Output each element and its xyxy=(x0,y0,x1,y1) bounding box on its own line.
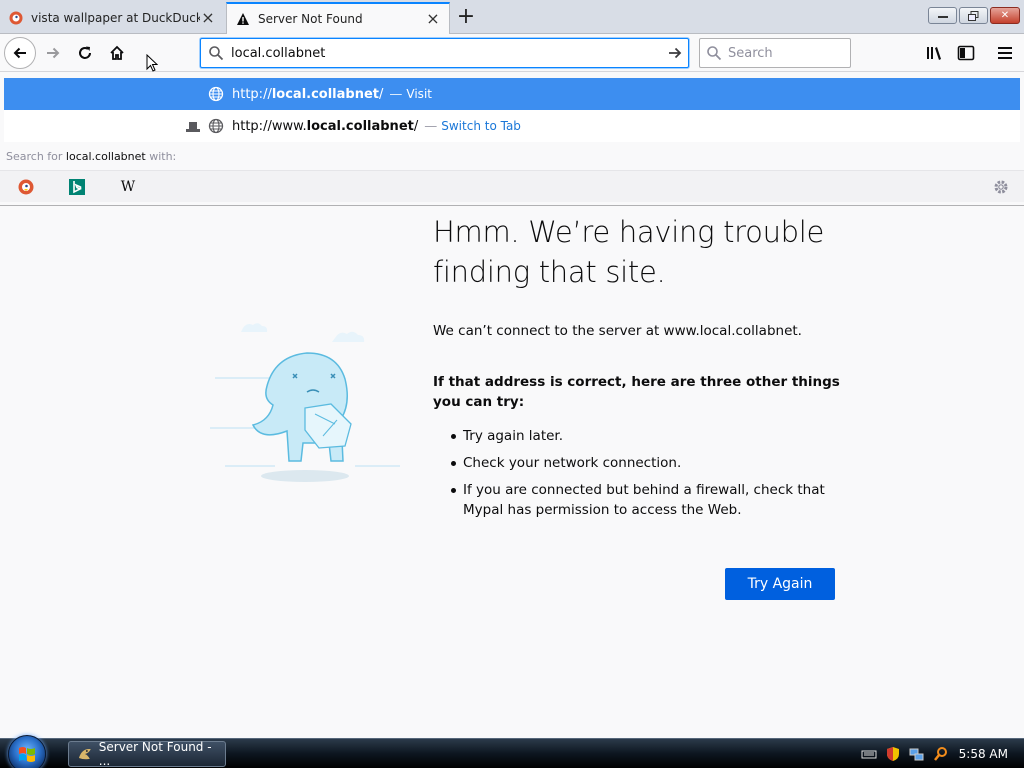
dinosaur-illustration xyxy=(210,323,400,482)
security-shield-icon[interactable] xyxy=(885,746,901,762)
tab-duckduckgo[interactable]: vista wallpaper at DuckDuckGo × xyxy=(0,2,224,34)
tab-title: vista wallpaper at DuckDuckGo xyxy=(31,11,200,25)
switch-tab-icon xyxy=(186,121,200,132)
taskbar-item-browser[interactable]: Server Not Found - ... xyxy=(68,740,226,768)
sidebar-button[interactable] xyxy=(951,38,981,68)
close-tab-icon[interactable]: × xyxy=(200,10,216,26)
url-bar[interactable]: local.collabnet xyxy=(200,38,689,68)
home-button[interactable] xyxy=(102,38,132,68)
warning-icon xyxy=(235,11,251,27)
tab-strip: vista wallpaper at DuckDuckGo × Server N… xyxy=(0,0,1024,34)
error-message: Hmm. We’re having trouble finding that s… xyxy=(433,212,843,527)
autocomplete-text: http://local.collabnet/— Visit xyxy=(232,86,432,102)
autocomplete-text: http://www.local.collabnet/— Switch to Ta… xyxy=(232,118,521,134)
forward-button[interactable] xyxy=(38,38,68,68)
autocomplete-row-switch-tab[interactable]: http://www.local.collabnet/— Switch to Ta… xyxy=(4,110,1020,142)
duckduckgo-icon[interactable] xyxy=(16,177,36,197)
minimize-button[interactable] xyxy=(928,7,957,24)
forward-arrow-icon xyxy=(47,47,60,59)
autocomplete-row-visit[interactable]: http://local.collabnet/— Visit xyxy=(4,78,1020,110)
reload-icon xyxy=(79,46,91,59)
close-window-button[interactable]: ✕ xyxy=(990,7,1020,24)
duckduckgo-icon xyxy=(8,10,24,26)
list-item: Check your network connection. xyxy=(451,453,843,473)
error-subtitle: If that address is correct, here are thr… xyxy=(433,374,840,410)
url-autocomplete-popup: http://local.collabnet/— Visit http://www… xyxy=(0,72,1024,206)
try-again-button[interactable]: Try Again xyxy=(725,568,835,600)
gear-icon[interactable] xyxy=(992,178,1010,196)
reload-button[interactable] xyxy=(70,38,100,68)
restore-button[interactable] xyxy=(959,7,988,24)
search-placeholder: Search xyxy=(728,45,773,61)
sidebar-icon xyxy=(957,45,975,61)
windows-logo-icon xyxy=(19,747,35,762)
error-page: Hmm. We’re having trouble finding that s… xyxy=(0,206,1024,738)
search-icon xyxy=(201,45,231,61)
globe-icon xyxy=(208,86,224,102)
wikipedia-icon[interactable]: W xyxy=(118,177,138,197)
go-arrow-icon[interactable] xyxy=(662,45,688,61)
library-icon xyxy=(927,47,941,60)
back-arrow-icon xyxy=(13,47,26,59)
close-tab-icon[interactable]: × xyxy=(425,11,441,27)
visit-action: Visit xyxy=(406,86,432,101)
taskbar: Server Not Found - ... 5:58 AM xyxy=(0,735,1024,768)
suggestion-list: Try again later. Check your network conn… xyxy=(451,426,843,520)
mypal-icon xyxy=(78,748,91,760)
url-input[interactable]: local.collabnet xyxy=(231,46,662,61)
search-icon xyxy=(700,45,728,61)
window-controls: ✕ xyxy=(928,7,1020,24)
switch-to-tab-action: Switch to Tab xyxy=(441,118,521,133)
clock: 5:58 AM xyxy=(958,747,1008,761)
keyboard-icon[interactable] xyxy=(861,746,877,762)
tab-title: Server Not Found xyxy=(258,12,363,26)
bing-icon[interactable] xyxy=(67,177,87,197)
search-engine-bar: W xyxy=(0,170,1024,202)
list-item: If you are connected but behind a firewa… xyxy=(451,480,843,520)
list-item: Try again later. xyxy=(451,426,843,446)
tab-server-not-found[interactable]: Server Not Found × xyxy=(226,2,450,34)
search-with-label: Search for local.collabnet with: xyxy=(6,150,177,163)
network-icon[interactable] xyxy=(909,746,925,762)
taskbar-item-label: Server Not Found - ... xyxy=(98,740,212,768)
start-button[interactable] xyxy=(8,735,46,768)
menu-button[interactable] xyxy=(990,38,1020,68)
error-title: Hmm. We’re having trouble finding that s… xyxy=(433,215,825,289)
navigation-bar: local.collabnet Search xyxy=(0,34,1024,72)
back-button[interactable] xyxy=(4,37,36,69)
error-description: We can’t connect to the server at www.lo… xyxy=(433,323,802,339)
library-button[interactable] xyxy=(920,38,950,68)
hamburger-menu-icon xyxy=(998,47,1012,59)
search-icon[interactable] xyxy=(933,746,949,762)
system-tray: 5:58 AM xyxy=(857,739,1024,768)
home-icon xyxy=(110,45,124,60)
new-tab-button[interactable]: + xyxy=(454,6,478,30)
search-bar[interactable]: Search xyxy=(699,38,851,68)
globe-icon xyxy=(208,118,224,134)
